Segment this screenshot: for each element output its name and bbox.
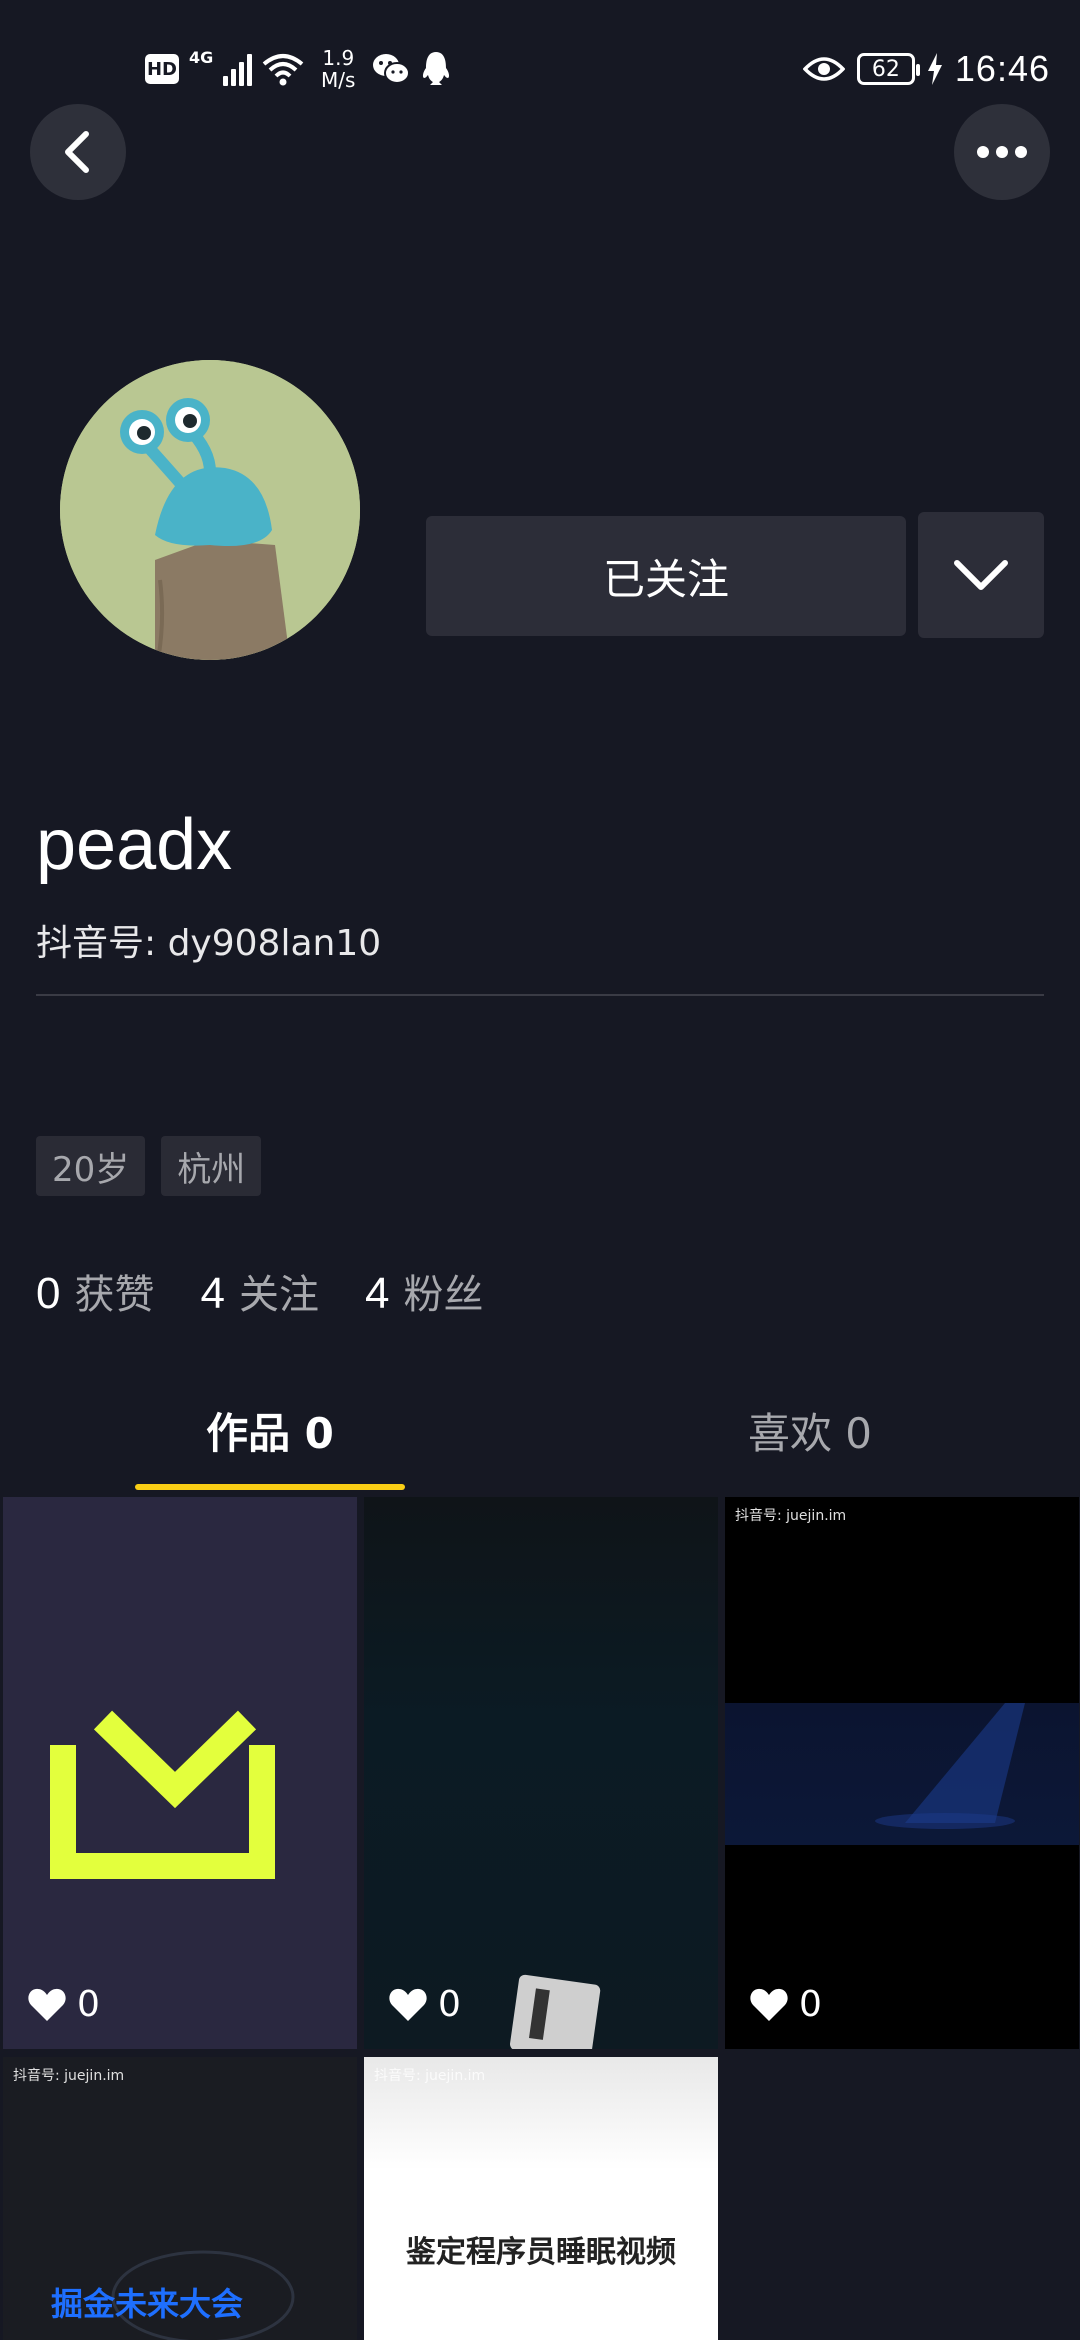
clock: 16:46 — [954, 48, 1050, 89]
tab-works[interactable]: 作品 0 — [135, 1390, 405, 1470]
thumbnail-title: 鉴定程序员睡眠视频 — [406, 2235, 676, 2270]
thumbnail-title: 掘金未来大会 — [51, 2285, 244, 2323]
profile-page: HD 4G 1.9 M/s 62 16:46 已关注 peadx 抖音号: dy… — [0, 0, 1080, 2340]
snail-avatar-image — [60, 360, 360, 660]
eye-icon — [802, 57, 845, 81]
video-thumbnail[interactable]: 抖音号: juejin.im 掘金未来大会 — [3, 2057, 357, 2340]
likes-count: 0 — [438, 1984, 461, 2025]
video-thumbnail[interactable]: 抖音号: juejin.im 0 — [725, 1497, 1079, 2049]
wechat-icon — [373, 54, 411, 84]
watermark: 抖音号: juejin.im — [735, 1508, 847, 1524]
battery-icon: 62 — [856, 53, 920, 85]
heart-icon — [389, 1988, 427, 2021]
video-thumbnail[interactable]: 0 — [3, 1497, 357, 2049]
likes-count: 0 — [77, 1984, 100, 2025]
chevron-left-icon — [65, 131, 89, 173]
more-button[interactable] — [954, 104, 1050, 200]
location-tag: 杭州 — [161, 1136, 262, 1196]
active-tab-indicator — [135, 1484, 405, 1490]
stat-followers[interactable]: 4 粉丝 — [365, 1262, 483, 1320]
status-left-group: HD 4G 1.9 M/s — [145, 44, 452, 94]
stat-number: 0 — [36, 1269, 61, 1318]
tab-likes[interactable]: 喜欢 0 — [675, 1390, 945, 1470]
stat-label: 关注 — [238, 1272, 319, 1318]
likes-count: 0 — [799, 1984, 822, 2025]
video-likes: 0 — [27, 1984, 100, 2025]
qq-icon — [423, 52, 450, 85]
video-thumbnail[interactable]: 0 — [364, 1497, 718, 2049]
follow-status-button[interactable]: 已关注 — [426, 516, 906, 636]
network-speed-value: 1.9 — [322, 46, 355, 70]
spotlight-image — [875, 1703, 1025, 1829]
back-button[interactable] — [30, 104, 126, 200]
watermark: 抖音号: juejin.im — [374, 2068, 486, 2084]
stat-label: 获赞 — [74, 1272, 155, 1318]
avatar[interactable] — [60, 360, 360, 660]
status-right-group: 62 16:46 — [802, 46, 1050, 92]
age-tag: 20岁 — [36, 1136, 146, 1196]
douyin-id[interactable]: 抖音号: dy908lan10 — [36, 916, 381, 972]
download-icon — [50, 1710, 275, 1879]
signal-icon — [223, 52, 253, 86]
battery-level: 62 — [871, 56, 900, 82]
phone-image — [509, 1974, 601, 2049]
heart-icon — [28, 1988, 66, 2021]
stat-number: 4 — [364, 1269, 390, 1318]
status-bar: HD 4G 1.9 M/s 62 16:46 — [0, 0, 1080, 135]
charging-icon — [927, 53, 942, 85]
profile-tags: 20岁 杭州 — [36, 1136, 262, 1196]
network-speed: 1.9 M/s — [314, 47, 362, 91]
username: peadx — [36, 805, 233, 885]
network-type: 4G — [189, 47, 214, 67]
stat-number: 4 — [200, 1269, 225, 1318]
video-thumbnail[interactable]: 抖音号: juejin.im 鉴定程序员睡眠视频 — [364, 2057, 718, 2340]
hd-icon: HD — [145, 54, 179, 84]
follow-dropdown-button[interactable] — [918, 512, 1044, 638]
wifi-icon — [262, 54, 304, 86]
stat-label: 粉丝 — [403, 1272, 484, 1318]
video-likes: 0 — [749, 1984, 822, 2025]
chevron-down-icon — [954, 560, 1008, 590]
more-dots-icon — [977, 146, 1027, 158]
video-likes: 0 — [388, 1984, 461, 2025]
profile-stats: 0 获赞 4 关注 4 粉丝 — [36, 1262, 483, 1320]
divider — [36, 994, 1044, 996]
network-speed-unit: M/s — [321, 68, 356, 92]
heart-icon — [750, 1988, 788, 2021]
stage-scene — [725, 1703, 1079, 1845]
stat-following[interactable]: 4 关注 — [200, 1262, 318, 1320]
stat-likes-received[interactable]: 0 获赞 — [36, 1262, 154, 1320]
